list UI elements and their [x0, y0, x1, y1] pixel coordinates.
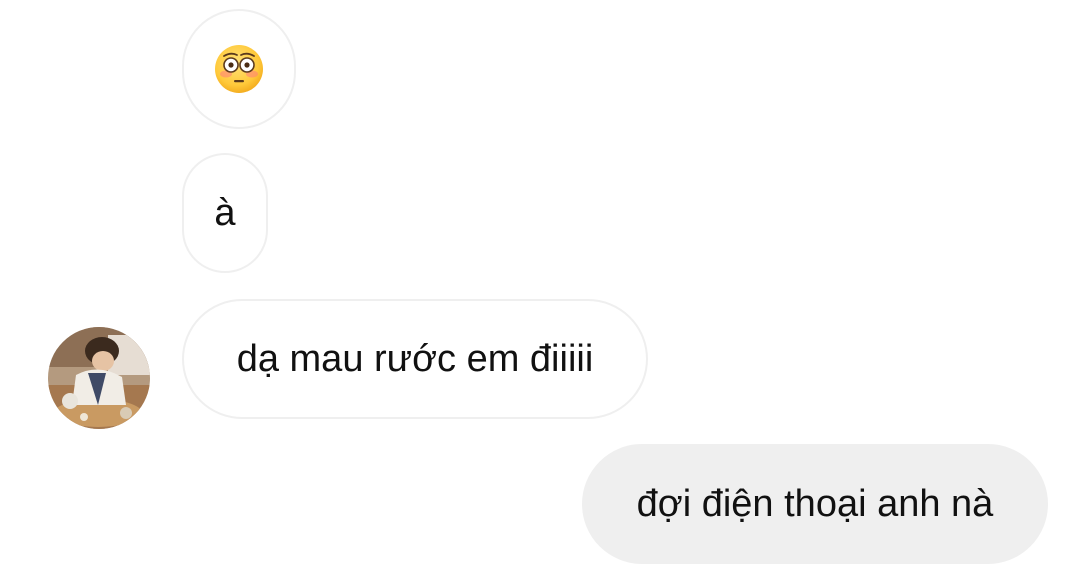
message-text: đợi điện thoại anh nà — [636, 483, 994, 525]
flushed-face-emoji-icon — [215, 45, 263, 93]
incoming-emoji-message[interactable] — [182, 9, 296, 129]
contact-avatar[interactable] — [48, 327, 150, 429]
message-text: à — [214, 192, 236, 234]
outgoing-text-message[interactable]: đợi điện thoại anh nà — [582, 444, 1048, 564]
contact-avatar-photo-icon — [48, 327, 150, 429]
message-text: dạ mau rước em điiiii — [236, 338, 594, 380]
incoming-text-message[interactable]: à — [182, 153, 268, 273]
incoming-text-message[interactable]: dạ mau rước em điiiii — [182, 299, 648, 419]
